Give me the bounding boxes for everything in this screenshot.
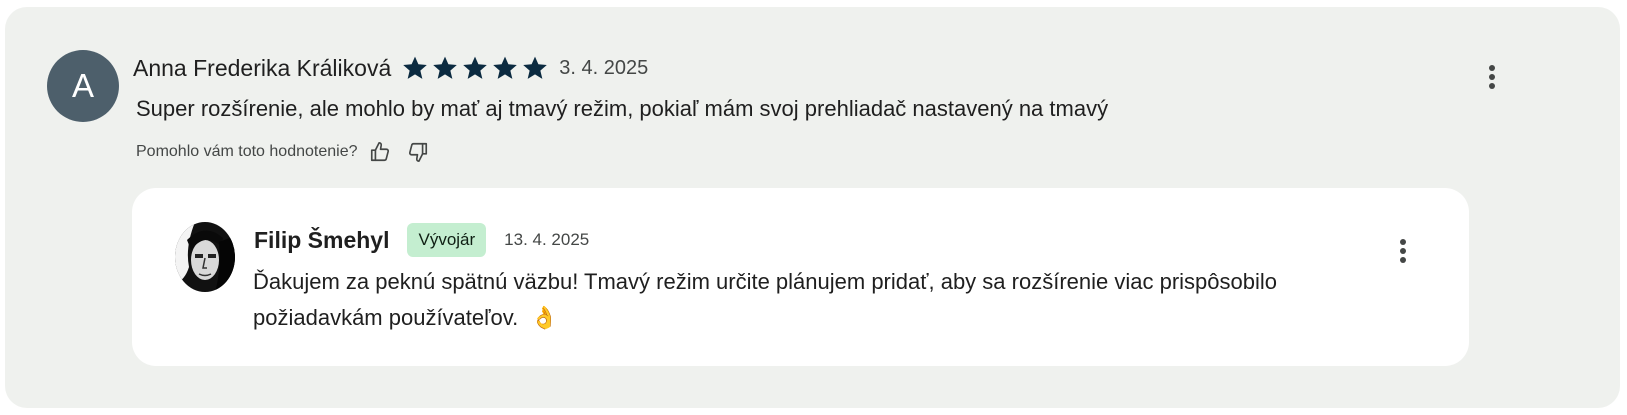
review-text: Super rozšírenie, ale mohlo by mať aj tm… — [136, 96, 1109, 121]
reply-header: Filip Šmehyl Vývojár 13. 4. 2025 — [254, 222, 589, 258]
developer-badge: Vývojár — [407, 223, 487, 257]
avatar-initial: A — [71, 67, 94, 104]
review-header: Anna Frederika Králiková 3. 4. 2025 — [133, 51, 648, 85]
thumbs-down-icon[interactable] — [405, 139, 431, 165]
reviewer-name: Anna Frederika Králiková — [133, 54, 392, 81]
star-icon — [461, 54, 489, 82]
reply-text-body: Ďakujem za peknú spätnú väzbu! Tmavý rež… — [253, 269, 1277, 330]
developer-name: Filip Šmehyl — [254, 226, 390, 253]
star-icon — [491, 54, 519, 82]
review-more-button[interactable] — [1476, 57, 1508, 97]
star-icon — [401, 54, 429, 82]
helpful-row: Pomohlo vám toto hodnotenie? — [136, 139, 443, 165]
reply-date: 13. 4. 2025 — [504, 230, 590, 249]
thumbs-up-icon[interactable] — [367, 139, 393, 165]
review-date: 3. 4. 2025 — [559, 56, 649, 79]
star-icon — [521, 54, 549, 82]
reply-more-button[interactable] — [1387, 231, 1419, 271]
reviewer-avatar: A — [47, 50, 119, 122]
developer-avatar — [175, 222, 235, 292]
developer-reply: Filip Šmehyl Vývojár 13. 4. 2025 Ďakujem… — [132, 188, 1469, 366]
more-vert-icon — [1489, 65, 1495, 89]
reply-text: Ďakujem za peknú spätnú väzbu! Tmavý rež… — [253, 264, 1373, 336]
ok-hand-emoji: 👌 — [530, 305, 558, 330]
more-vert-icon — [1400, 239, 1406, 263]
star-rating — [401, 54, 551, 82]
review-card: A Anna Frederika Králiková 3. 4. 2025 Su… — [5, 7, 1620, 408]
star-icon — [431, 54, 459, 82]
helpful-label: Pomohlo vám toto hodnotenie? — [136, 143, 358, 160]
